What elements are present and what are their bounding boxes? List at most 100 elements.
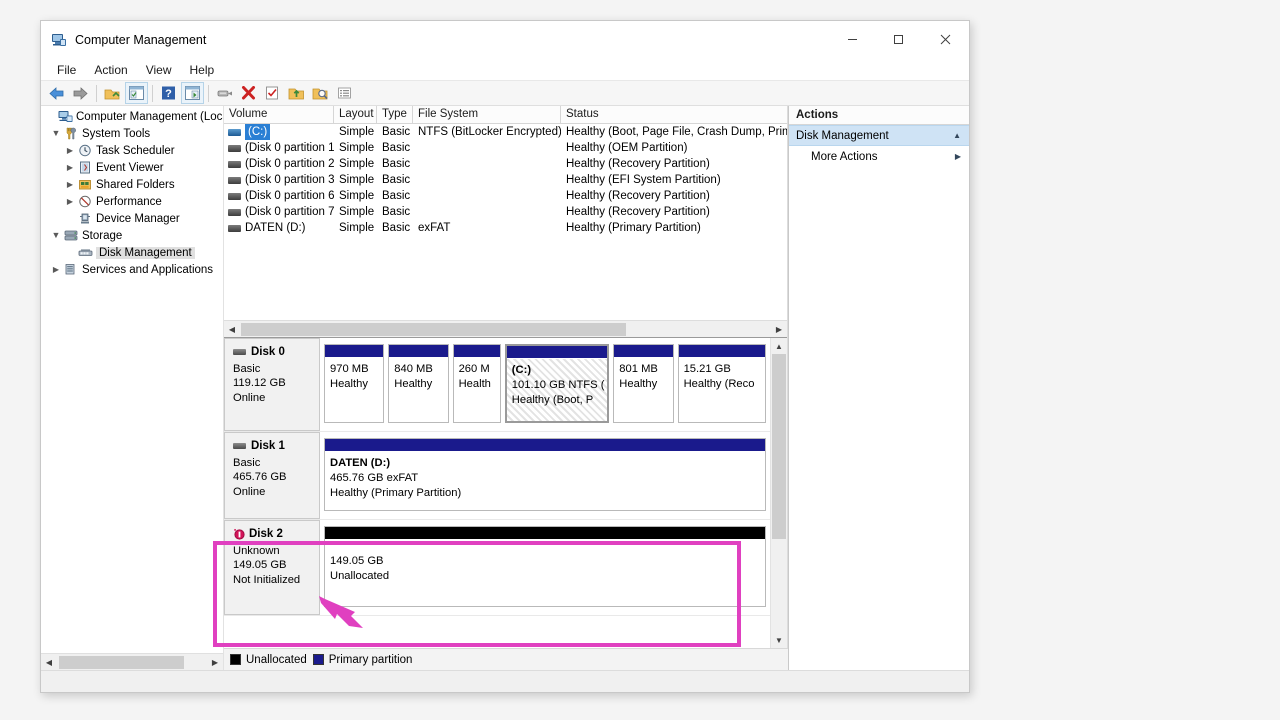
partition-color-bar (679, 345, 765, 358)
menu-help[interactable]: Help (181, 61, 224, 79)
chevron-right-icon[interactable]: ▶ (955, 152, 961, 161)
volume-icon-gray (228, 177, 241, 184)
tree-horizontal-scrollbar[interactable]: ◀ ▶ (41, 653, 223, 670)
column-header-type[interactable]: Type (377, 106, 413, 123)
tree-item-task-scheduler[interactable]: ▶ Task Scheduler (41, 142, 223, 159)
task-scheduler-icon (77, 143, 93, 158)
scroll-left-icon[interactable]: ◀ (224, 322, 240, 337)
column-header-layout[interactable]: Layout (334, 106, 377, 123)
tree-item-shared-folders[interactable]: ▶ Shared Folders (41, 176, 223, 193)
show-hide-console-tree-icon[interactable] (125, 82, 148, 104)
graphical-scroll-track[interactable] (771, 354, 787, 632)
tree-item-services-and-applications[interactable]: ▶ Services and Applications (41, 261, 223, 278)
table-row[interactable]: (Disk 0 partition 6) Simple Basic Health… (224, 188, 787, 204)
menu-file[interactable]: File (48, 61, 85, 79)
scroll-right-icon[interactable]: ▶ (207, 655, 223, 670)
disk-info-0[interactable]: Disk 0 Basic 119.12 GB Online (224, 338, 320, 431)
partition-size: 801 MB (619, 362, 667, 377)
volume-list-horizontal-scrollbar[interactable]: ◀ ▶ (224, 320, 787, 338)
twisty-performance[interactable]: ▶ (63, 198, 77, 206)
disk-capacity-0: 119.12 GB (233, 376, 313, 391)
scroll-up-icon[interactable]: ▲ (771, 338, 787, 354)
list-view-icon[interactable] (333, 82, 356, 104)
performance-icon (77, 194, 93, 209)
graphical-scroll-thumb[interactable] (772, 354, 786, 539)
partition-block[interactable]: 15.21 GB Healthy (Reco (678, 344, 766, 423)
partition-block[interactable]: 260 M Health (453, 344, 501, 423)
properties-icon[interactable] (213, 82, 236, 104)
minimize-button[interactable] (829, 21, 875, 59)
chevron-up-icon[interactable]: ▲ (953, 131, 961, 140)
twisty-task-scheduler[interactable]: ▶ (63, 147, 77, 155)
disk-state-1: Online (233, 485, 313, 500)
table-row[interactable]: (Disk 0 partition 7) Simple Basic Health… (224, 204, 787, 220)
menu-action[interactable]: Action (85, 61, 136, 79)
twisty-system-tools[interactable]: ▼ (49, 129, 63, 138)
column-header-volume[interactable]: Volume (224, 106, 334, 123)
partition-block[interactable]: 840 MB Healthy (388, 344, 448, 423)
actions-pane: Actions Disk Management ▲ More Actions ▶ (788, 106, 969, 670)
delete-icon[interactable] (237, 82, 260, 104)
partition-block[interactable]: 970 MB Healthy (324, 344, 384, 423)
disk-row-2[interactable]: Disk 2 Unknown 149.05 GB Not Initialized (224, 520, 770, 616)
twisty-storage[interactable]: ▼ (49, 231, 63, 240)
legend-label-primary: Primary partition (329, 654, 413, 666)
partition-block[interactable]: 801 MB Healthy (613, 344, 673, 423)
disk-info-2[interactable]: Disk 2 Unknown 149.05 GB Not Initialized (224, 520, 320, 615)
tree-scroll-thumb[interactable] (59, 656, 184, 669)
volume-scroll-thumb[interactable] (241, 323, 626, 336)
cell-volume-label: (Disk 0 partition 1) (245, 140, 334, 156)
sidebar-item-disk-management[interactable]: Disk Management (41, 244, 223, 261)
menu-view[interactable]: View (137, 61, 181, 79)
maximize-button[interactable] (875, 21, 921, 59)
actions-header: Actions (789, 106, 969, 125)
services-icon (63, 262, 79, 277)
disk-row-1[interactable]: Disk 1 Basic 465.76 GB Online (224, 432, 770, 520)
actions-item-disk-management[interactable]: Disk Management ▲ (789, 125, 969, 146)
show-hide-action-pane-icon[interactable] (181, 82, 204, 104)
tree-item-performance[interactable]: ▶ Performance (41, 193, 223, 210)
up-one-level-icon[interactable] (101, 82, 124, 104)
close-button[interactable] (921, 21, 969, 59)
table-row[interactable]: (Disk 0 partition 3) Simple Basic Health… (224, 172, 787, 188)
scroll-down-icon[interactable]: ▼ (771, 632, 787, 648)
forward-icon[interactable] (69, 82, 92, 104)
help-icon[interactable]: ? (157, 82, 180, 104)
rescan-disks-icon[interactable] (285, 82, 308, 104)
partition-block-unallocated[interactable]: 149.05 GB Unallocated (324, 526, 766, 607)
disk-info-1[interactable]: Disk 1 Basic 465.76 GB Online (224, 432, 320, 519)
volume-scroll-track[interactable] (240, 322, 771, 337)
graphical-view-scrollbar[interactable]: ▲ ▼ (770, 338, 787, 648)
cell-type: Basic (377, 124, 413, 140)
actions-item-more-actions[interactable]: More Actions ▶ (789, 146, 969, 167)
cell-layout: Simple (334, 124, 377, 140)
column-header-status[interactable]: Status (561, 106, 787, 123)
table-row[interactable]: (Disk 0 partition 1) Simple Basic Health… (224, 140, 787, 156)
tree-scroll-track[interactable] (57, 655, 207, 670)
scroll-left-icon[interactable]: ◀ (41, 655, 57, 670)
volume-list-rows: (C:) Simple Basic NTFS (BitLocker Encryp… (224, 124, 787, 320)
column-header-file-system[interactable]: File System (413, 106, 561, 123)
tree-item-system-tools[interactable]: ▼ System Tools (41, 125, 223, 142)
twisty-services[interactable]: ▶ (49, 266, 63, 274)
tree-item-device-manager[interactable]: Device Manager (41, 210, 223, 227)
refresh-icon[interactable] (261, 82, 284, 104)
partition-block[interactable]: DATEN (D:) 465.76 GB exFAT Healthy (Prim… (324, 438, 766, 511)
toolbar: ? (41, 81, 969, 106)
search-icon[interactable] (309, 82, 332, 104)
cell-volume: (Disk 0 partition 7) (224, 204, 334, 220)
table-row[interactable]: (C:) Simple Basic NTFS (BitLocker Encryp… (224, 124, 787, 140)
table-row[interactable]: (Disk 0 partition 2) Simple Basic Health… (224, 156, 787, 172)
disk-partitions-2: 149.05 GB Unallocated (320, 520, 770, 615)
partition-block-selected[interactable]: (C:) 101.10 GB NTFS ( Healthy (Boot, P (505, 344, 610, 423)
twisty-shared-folders[interactable]: ▶ (63, 181, 77, 189)
tree-root-computer-management[interactable]: Computer Management (Local (41, 108, 223, 125)
disk-row-0[interactable]: Disk 0 Basic 119.12 GB Online (224, 338, 770, 432)
twisty-event-viewer[interactable]: ▶ (63, 164, 77, 172)
actions-item-label-more-actions: More Actions (811, 151, 877, 163)
scroll-right-icon[interactable]: ▶ (771, 322, 787, 337)
back-icon[interactable] (45, 82, 68, 104)
tree-item-event-viewer[interactable]: ▶ Event Viewer (41, 159, 223, 176)
table-row[interactable]: DATEN (D:) Simple Basic exFAT Healthy (P… (224, 220, 787, 236)
tree-item-storage[interactable]: ▼ Storage (41, 227, 223, 244)
